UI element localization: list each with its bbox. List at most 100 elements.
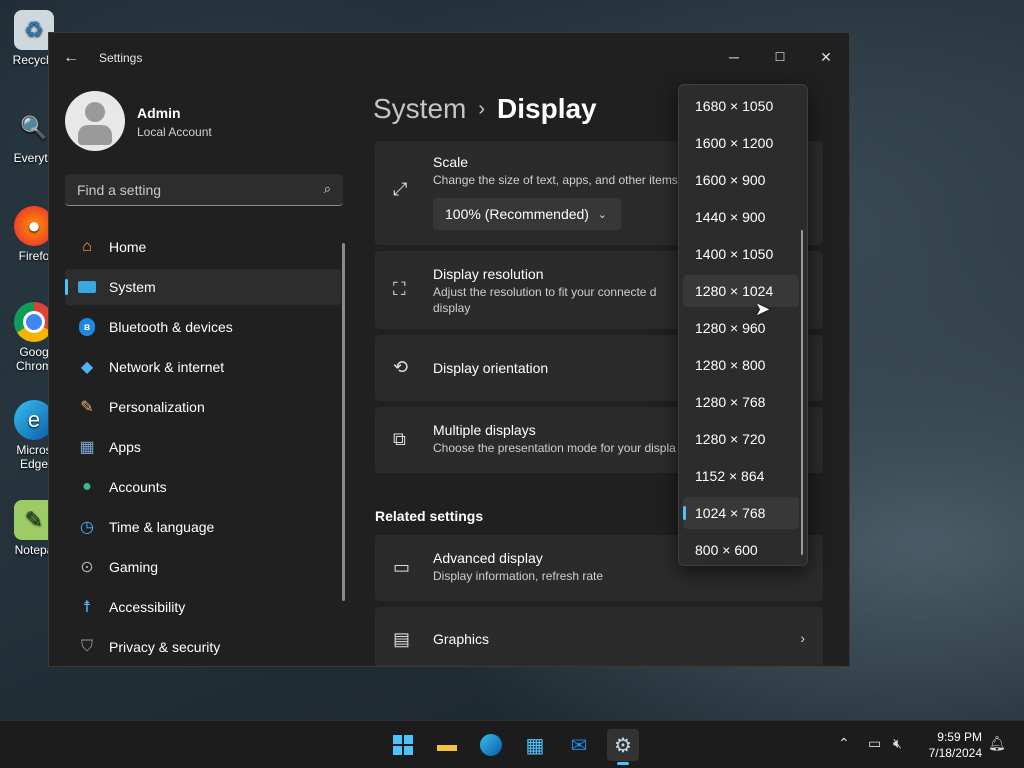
clock-globe-icon: ◷: [80, 519, 94, 536]
chevron-right-icon: ›: [800, 630, 805, 646]
dropdown-scrollbar[interactable]: [801, 230, 803, 555]
sidebar-item-label: Bluetooth & devices: [109, 319, 233, 335]
mouse-pointer-icon: ➤: [755, 299, 771, 319]
resolution-option[interactable]: 1280 × 720: [683, 423, 799, 455]
monitor-icon: ▭: [393, 557, 411, 577]
minimize-button[interactable]: ─: [711, 41, 757, 73]
sidebar-item-bluetooth[interactable]: ʙ Bluetooth & devices: [65, 309, 341, 345]
clock-time: 9:59 PM: [937, 730, 982, 744]
sidebar-item-label: System: [109, 279, 156, 295]
sidebar-item-personalization[interactable]: ✎ Personalization: [65, 389, 341, 425]
resolution-option-selected[interactable]: 1024 × 768: [683, 497, 799, 529]
scale-dropdown[interactable]: 100% (Recommended) ⌄: [433, 198, 621, 230]
sidebar-item-label: Network & internet: [109, 359, 225, 375]
person-icon: ●: [82, 478, 92, 495]
file-explorer-icon[interactable]: ▬: [431, 729, 463, 761]
home-icon: ⌂: [82, 238, 92, 255]
search-icon[interactable]: ⌕: [324, 181, 331, 197]
orientation-icon: ⟲: [393, 357, 409, 377]
scale-title: Scale: [433, 154, 469, 170]
gamepad-icon: ⊙: [80, 559, 94, 576]
sidebar-item-accessibility[interactable]: ☨ Accessibility: [65, 589, 341, 625]
graphics-title: Graphics: [433, 631, 490, 647]
related-settings-heading: Related settings: [375, 508, 484, 524]
sidebar-item-label: Privacy & security: [109, 639, 221, 655]
sidebar-item-label: Personalization: [109, 399, 205, 415]
profile-name: Admin: [137, 105, 181, 121]
resolution-option[interactable]: 1600 × 900: [683, 164, 799, 196]
sidebar-item-label: Home: [109, 239, 147, 255]
resolution-dropdown-list: 1680 × 1050 1600 × 1200 1600 × 900 1440 …: [678, 84, 808, 566]
system-icon: [75, 277, 99, 297]
store-icon[interactable]: ▦: [519, 729, 551, 761]
breadcrumb: System › Display: [373, 93, 597, 125]
accessibility-icon: ☨: [82, 599, 92, 616]
edge-icon[interactable]: [475, 729, 507, 761]
shield-icon: ⛉: [80, 638, 93, 655]
avatar-body-shape: [78, 125, 112, 145]
advanced-display-subtitle: Display information, refresh rate: [433, 569, 604, 583]
resolution-option[interactable]: 1600 × 1200: [683, 127, 799, 159]
sidebar-item-label: Time & language: [109, 519, 215, 535]
search-box[interactable]: ⌕: [65, 174, 343, 206]
multiple-displays-subtitle: Choose the presentation mode for your di…: [433, 441, 676, 455]
active-app-indicator: [617, 762, 629, 765]
clock[interactable]: 9:59 PM 7/18/2024: [920, 729, 982, 761]
chevron-down-icon: ⌄: [597, 208, 607, 221]
settings-icon[interactable]: ⚙: [607, 729, 639, 761]
clock-date: 7/18/2024: [928, 746, 982, 760]
start-icon[interactable]: [387, 729, 419, 761]
scale-icon: ⤢: [393, 179, 408, 199]
title-bar: ← Settings ─ ☐ ✕: [49, 33, 849, 81]
avatar: [65, 91, 125, 151]
sidebar-item-gaming[interactable]: ⊙ Gaming: [65, 549, 341, 585]
resolution-option[interactable]: 1280 × 960: [683, 312, 799, 344]
scale-dropdown-value: 100% (Recommended): [445, 206, 589, 222]
graphics-card[interactable]: ▤ Graphics ›: [375, 607, 823, 666]
apps-icon: ▦: [79, 439, 95, 456]
sidebar-item-label: Accounts: [109, 479, 167, 495]
close-button[interactable]: ✕: [803, 41, 849, 73]
resolution-option[interactable]: 800 × 600: [683, 534, 799, 566]
show-hidden-icons-chevron-icon[interactable]: ⌃: [838, 735, 850, 752]
resolution-option[interactable]: 1152 × 864: [683, 460, 799, 492]
sidebar-item-time-language[interactable]: ◷ Time & language: [65, 509, 341, 545]
resolution-option[interactable]: 1280 × 768: [683, 386, 799, 418]
wifi-icon: ◆: [80, 359, 94, 376]
outlook-icon[interactable]: ✉: [563, 729, 595, 761]
back-arrow-icon[interactable]: ←: [63, 49, 79, 67]
search-input[interactable]: [75, 174, 309, 206]
sidebar-item-system[interactable]: System: [65, 269, 341, 305]
display-orientation-title: Display orientation: [433, 360, 549, 376]
resolution-option[interactable]: 1400 × 1050: [683, 238, 799, 270]
breadcrumb-parent[interactable]: System: [373, 93, 466, 124]
display-resolution-subtitle: Adjust the resolution to fit your connec…: [433, 285, 657, 315]
window-title: Settings: [99, 51, 143, 65]
sidebar-nav: ⌂ Home System ʙ Bluetooth & devices ◆ Ne…: [65, 229, 341, 666]
graphics-card-icon: ▤: [393, 629, 411, 649]
maximize-button[interactable]: ☐: [757, 41, 803, 73]
network-icon[interactable]: ▭: [868, 735, 881, 752]
sidebar-item-network[interactable]: ◆ Network & internet: [65, 349, 341, 385]
advanced-display-title: Advanced display: [433, 550, 543, 566]
resolution-option[interactable]: 1280 × 800: [683, 349, 799, 381]
volume-muted-icon[interactable]: 🔇︎: [893, 735, 902, 752]
notification-bell-icon[interactable]: 🔔︎: [988, 735, 1006, 752]
resolution-option[interactable]: 1680 × 1050: [683, 90, 799, 122]
sidebar-scrollbar[interactable]: [342, 243, 345, 601]
resolution-option[interactable]: 1440 × 900: [683, 201, 799, 233]
taskbar: ▬ ▦ ✉ ⚙ ⌃ ▭ 🔇︎ 9:59 PM 7/18/2024 🔔︎: [0, 720, 1024, 768]
sidebar-item-privacy-security[interactable]: ⛉ Privacy & security: [65, 629, 341, 665]
sidebar-item-label: Gaming: [109, 559, 159, 575]
sidebar-item-accounts[interactable]: ● Accounts: [65, 469, 341, 505]
resolution-icon: ⛶: [393, 279, 406, 299]
resolution-option-hovered[interactable]: 1280 × 1024: [683, 275, 799, 307]
breadcrumb-separator: ›: [478, 98, 486, 120]
display-resolution-title: Display resolution: [433, 266, 544, 282]
sidebar-item-apps[interactable]: ▦ Apps: [65, 429, 341, 465]
multiple-displays-icon: ⧉: [393, 429, 406, 449]
sidebar-item-home[interactable]: ⌂ Home: [65, 229, 341, 265]
page-title: Display: [497, 93, 597, 124]
scale-subtitle: Change the size of text, apps, and other…: [433, 173, 678, 187]
sidebar-item-label: Apps: [109, 439, 141, 455]
